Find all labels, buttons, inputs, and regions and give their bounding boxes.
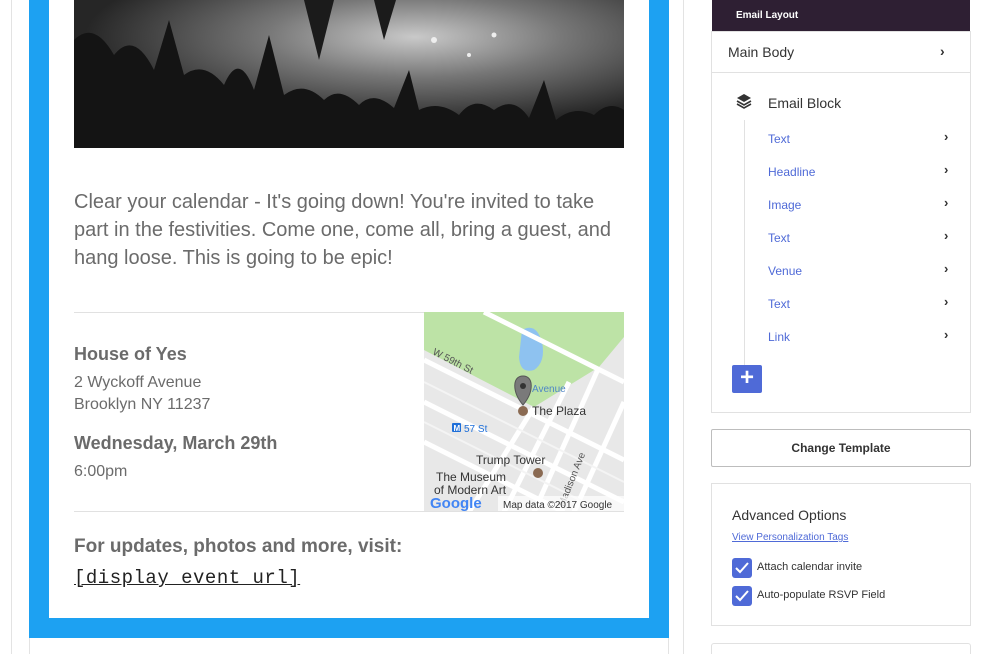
tree-item-link[interactable]: Link › xyxy=(768,327,956,347)
event-date: Wednesday, March 29th xyxy=(74,433,278,453)
chevron-right-icon: › xyxy=(940,43,945,59)
change-template-button[interactable]: Change Template xyxy=(711,429,971,467)
checkmark-icon xyxy=(735,590,749,602)
venue-address-line1: 2 Wyckoff Avenue xyxy=(74,374,202,391)
chevron-right-icon: › xyxy=(944,261,949,276)
venue-map[interactable]: M W 59th St Avenue The Plaza 57 St Trump… xyxy=(424,312,624,512)
map-label-subway: 57 St xyxy=(464,424,488,435)
chevron-right-icon: › xyxy=(944,327,949,342)
tree-item-headline[interactable]: Headline › xyxy=(768,162,956,182)
chevron-right-icon: › xyxy=(944,294,949,309)
event-url-link[interactable]: [display_event_url] xyxy=(74,567,300,589)
google-logo: Google xyxy=(430,495,482,512)
main-body-row[interactable]: Main Body › xyxy=(712,32,970,73)
advanced-options-title: Advanced Options xyxy=(732,507,847,523)
event-time: 6:00pm xyxy=(74,463,128,480)
tree-item-label: Text xyxy=(768,231,791,245)
tree-item-text-3[interactable]: Text › xyxy=(768,294,956,314)
auto-populate-rsvp-checkbox[interactable] xyxy=(732,586,752,606)
main-body-label: Main Body xyxy=(728,44,795,60)
chevron-right-icon: › xyxy=(944,195,949,210)
tree-item-venue[interactable]: Venue › xyxy=(768,261,956,281)
map-label-trump-tower: Trump Tower xyxy=(476,453,545,467)
updates-text[interactable]: For updates, photos and more, visit: xyxy=(74,536,402,558)
email-frame-bottom xyxy=(29,638,669,654)
auto-populate-rsvp-label: Auto-populate RSVP Field xyxy=(757,589,886,601)
venue-name: House of Yes xyxy=(74,344,187,364)
add-block-button[interactable]: + xyxy=(732,365,762,393)
map-label-avenue: Avenue xyxy=(532,384,566,395)
tree-item-image[interactable]: Image › xyxy=(768,195,956,215)
chevron-right-icon: › xyxy=(944,228,949,243)
advanced-options-panel: Advanced Options View Personalization Ta… xyxy=(711,483,971,626)
checkmark-icon xyxy=(735,562,749,574)
chevron-right-icon: › xyxy=(944,129,949,144)
layers-icon xyxy=(736,94,752,109)
venue-bottom-divider xyxy=(74,511,624,512)
tree-item-label: Link xyxy=(768,330,791,344)
email-editor-page: Clear your calendar - It's going down! Y… xyxy=(0,0,998,654)
next-panel-edge xyxy=(711,643,971,654)
chevron-right-icon: › xyxy=(944,162,949,177)
tree-item-label: Text xyxy=(768,132,791,146)
hero-concert-image[interactable] xyxy=(74,0,624,148)
tree-connector-line xyxy=(744,120,745,380)
tree-item-text-2[interactable]: Text › xyxy=(768,228,956,248)
attach-calendar-checkbox[interactable] xyxy=(732,558,752,578)
email-block-label[interactable]: Email Block xyxy=(768,95,841,111)
layout-tree-panel: Main Body › Email Block Text › Headline … xyxy=(711,31,971,413)
tree-item-label: Venue xyxy=(768,264,803,278)
map-data-credit: Map data ©2017 Google xyxy=(503,500,613,511)
tree-item-label: Text xyxy=(768,297,791,311)
attach-calendar-label: Attach calendar invite xyxy=(757,561,863,573)
tree-item-label: Image xyxy=(768,198,802,212)
email-layout-header: Email Layout xyxy=(712,0,970,31)
view-personalization-tags-link[interactable]: View Personalization Tags xyxy=(732,532,848,543)
map-label-plaza: The Plaza xyxy=(532,404,586,418)
tree-item-label: Headline xyxy=(768,165,816,179)
tree-item-text-1[interactable]: Text › xyxy=(768,129,956,149)
venue-address-line2: Brooklyn NY 11237 xyxy=(74,396,211,413)
email-body-text[interactable]: Clear your calendar - It's going down! Y… xyxy=(74,188,629,272)
map-label-museum-1: The Museum xyxy=(436,470,506,484)
svg-text:M: M xyxy=(454,424,461,433)
